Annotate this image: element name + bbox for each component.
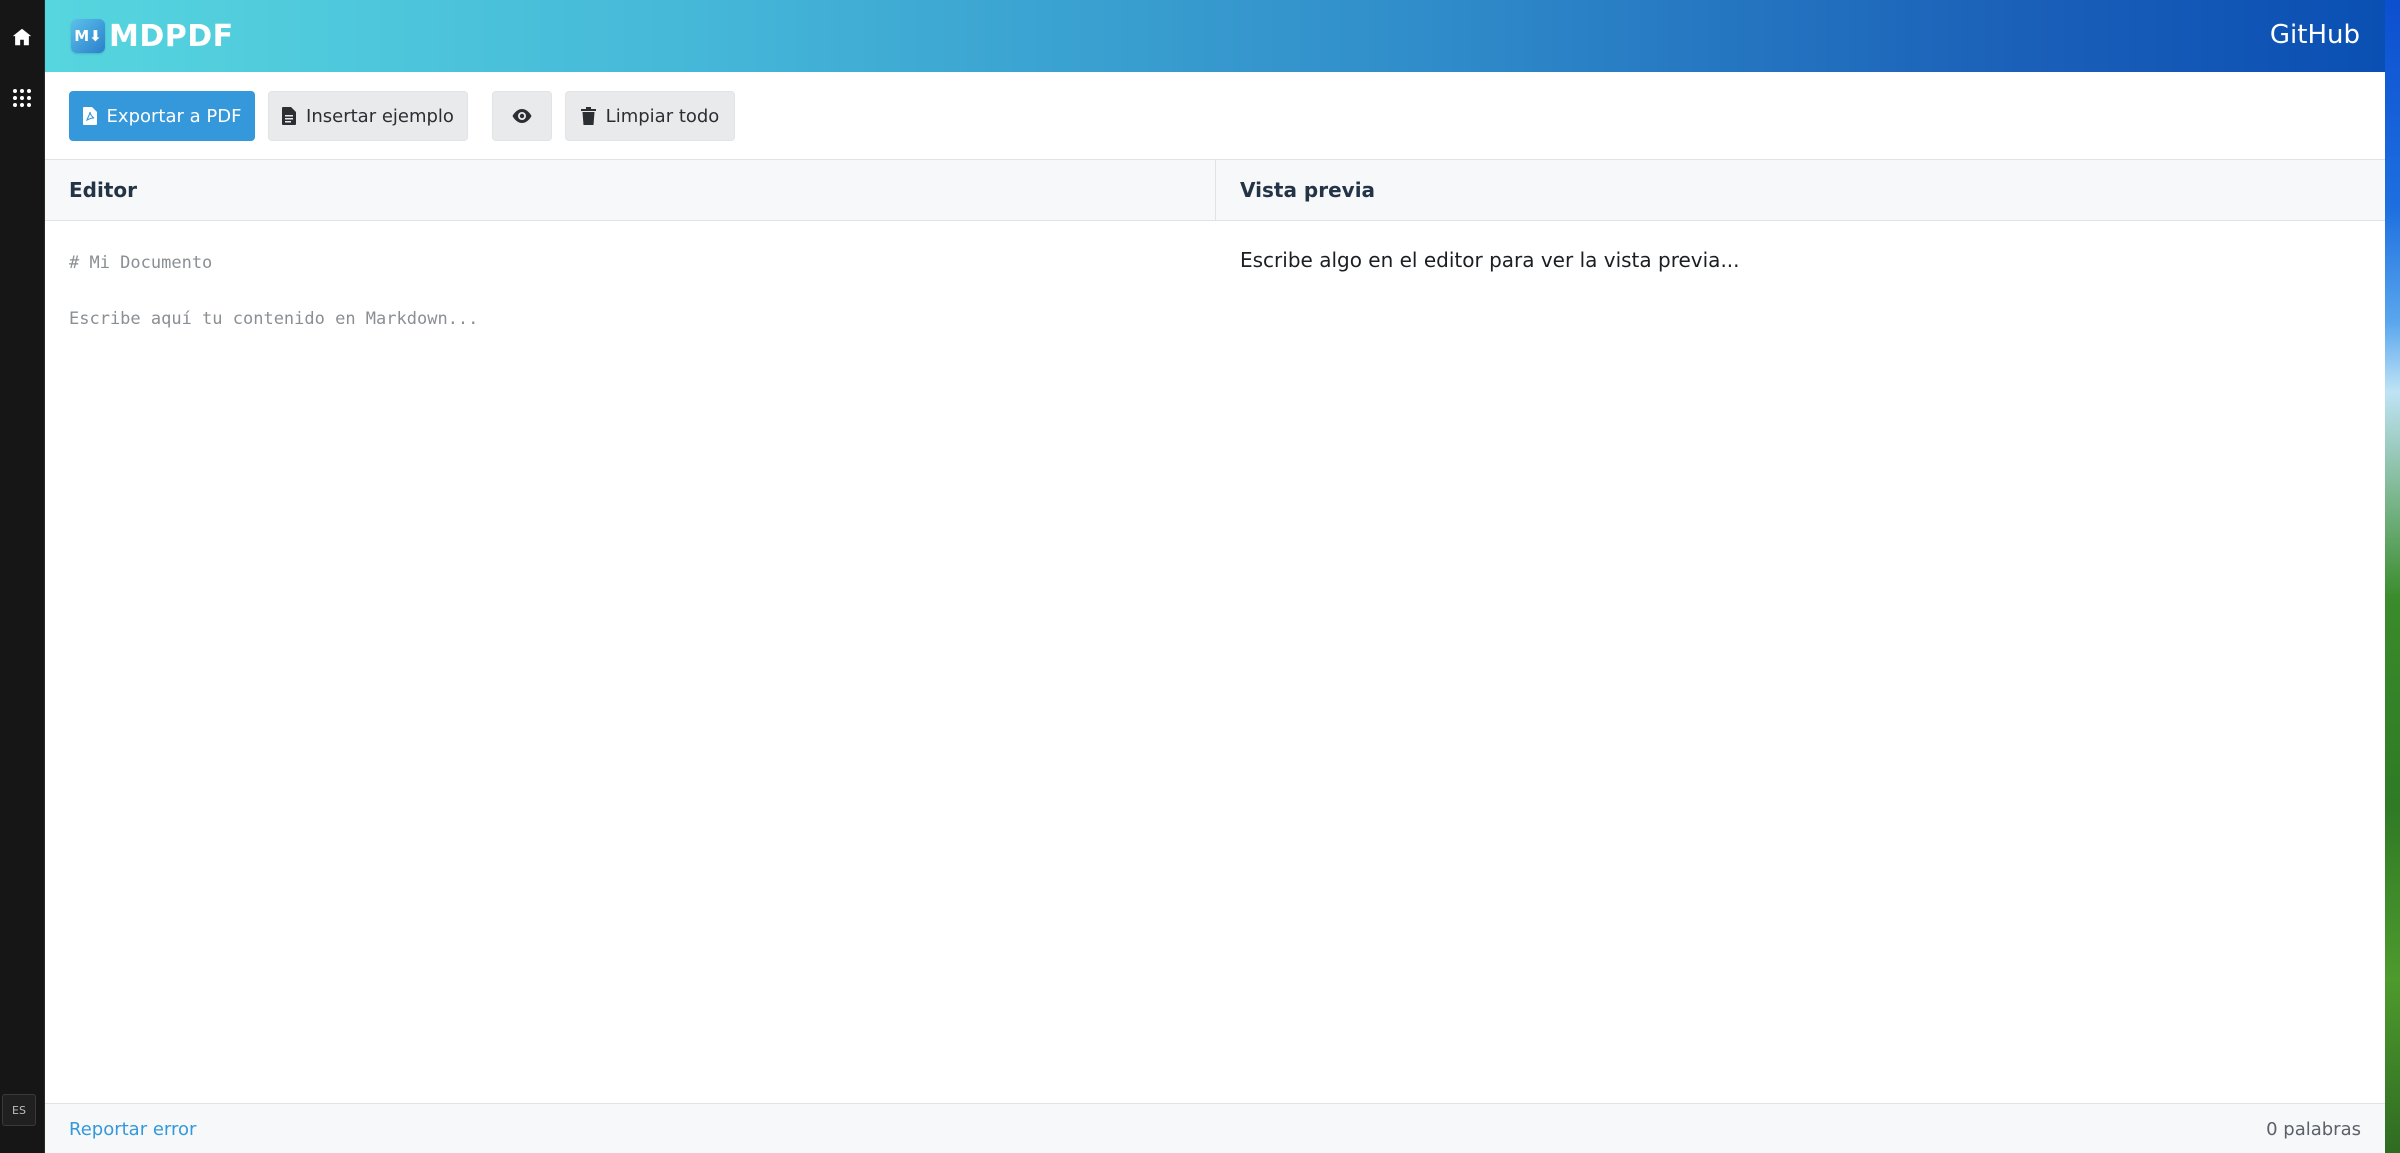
preview-header: Vista previa: [1216, 160, 2385, 221]
clear-all-label: Limpiar todo: [605, 105, 720, 127]
report-error-link[interactable]: Reportar error: [69, 1119, 196, 1140]
insert-example-label: Insertar ejemplo: [306, 105, 454, 127]
file-pdf-icon: [82, 107, 97, 125]
github-link[interactable]: GitHub: [2270, 20, 2360, 50]
preview-empty-message: Escribe algo en el editor para ver la vi…: [1240, 248, 1740, 272]
export-pdf-label: Exportar a PDF: [106, 105, 242, 127]
os-dock: ES: [0, 0, 45, 1153]
toggle-preview-button[interactable]: [492, 91, 552, 141]
preview-pane: Vista previa Escribe algo en el editor p…: [1216, 160, 2385, 1103]
word-count: 0 palabras: [2266, 1119, 2361, 1140]
editor-pane: Editor # Mi Documento Escribe aquí tu co…: [45, 160, 1216, 1103]
trash-icon: [580, 107, 596, 125]
file-text-icon: [282, 107, 297, 125]
navbar: M⬇ MDPDF GitHub: [45, 0, 2385, 72]
insert-example-button[interactable]: Insertar ejemplo: [268, 91, 468, 141]
markdown-logo-icon: M⬇: [71, 19, 105, 53]
clear-all-button[interactable]: Limpiar todo: [565, 91, 735, 141]
brand[interactable]: M⬇ MDPDF: [71, 17, 234, 55]
screen: ES M⬇ MDPDF GitHub Exportar a PDF Insert…: [0, 0, 2400, 1153]
desktop-wallpaper: [2385, 0, 2400, 1153]
brand-name: MDPDF: [109, 18, 234, 54]
toolbar: Exportar a PDF Insertar ejemplo Limpiar …: [45, 72, 2385, 160]
footer: Reportar error 0 palabras: [45, 1103, 2385, 1153]
editor-header: Editor: [45, 160, 1215, 221]
language-indicator[interactable]: ES: [2, 1094, 36, 1126]
apps-grid-icon[interactable]: [6, 82, 38, 114]
markdown-editor[interactable]: [45, 221, 1216, 1103]
export-pdf-button[interactable]: Exportar a PDF: [69, 91, 255, 141]
home-icon[interactable]: [6, 21, 38, 53]
eye-icon: [512, 109, 532, 123]
app-window: M⬇ MDPDF GitHub Exportar a PDF Insertar …: [45, 0, 2385, 1153]
